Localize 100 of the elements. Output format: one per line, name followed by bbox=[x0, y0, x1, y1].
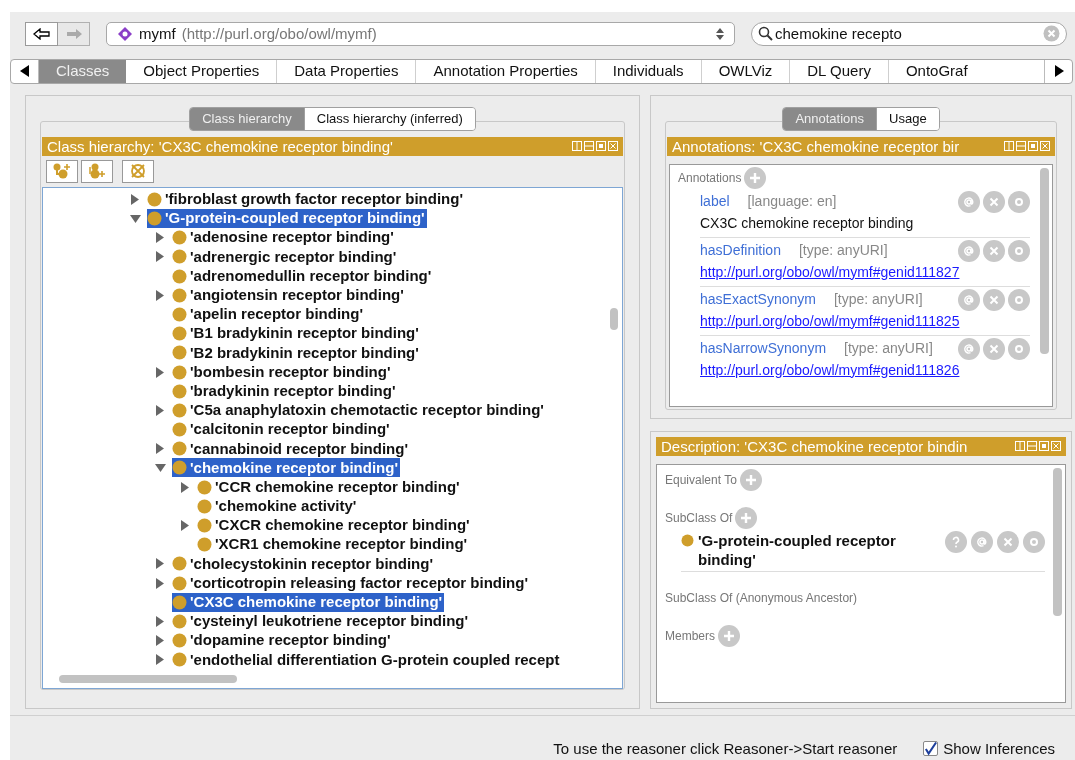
tree-item[interactable]: 'adenosine receptor binding' bbox=[172, 228, 396, 248]
class-icon bbox=[172, 652, 187, 668]
view-controls-icon[interactable] bbox=[1015, 441, 1061, 452]
add-icon[interactable] bbox=[735, 506, 758, 529]
edit-icon[interactable] bbox=[1023, 530, 1045, 553]
vertical-scrollbar-thumb[interactable] bbox=[1040, 167, 1049, 354]
delete-icon[interactable] bbox=[983, 288, 1005, 311]
clear-search-icon[interactable] bbox=[1043, 25, 1060, 43]
property-name[interactable]: hasDefinition bbox=[700, 240, 781, 262]
property-name[interactable]: label bbox=[700, 191, 730, 213]
search-field[interactable]: chemokine recepto bbox=[751, 21, 1067, 46]
delete-icon[interactable] bbox=[983, 239, 1005, 262]
tree-item[interactable]: 'fibroblast growth factor receptor binding' bbox=[147, 189, 465, 209]
show-inferences-checkbox[interactable] bbox=[923, 741, 939, 757]
edit-icon[interactable] bbox=[1008, 239, 1030, 262]
view-tab[interactable]: Class hierarchy (inferred) bbox=[303, 107, 475, 130]
tree-item[interactable]: 'XCR1 chemokine receptor binding' bbox=[197, 535, 470, 555]
horizontal-scrollbar-thumb[interactable] bbox=[59, 674, 237, 683]
edit-icon[interactable] bbox=[1008, 288, 1030, 311]
expand-arrow-icon[interactable] bbox=[156, 577, 164, 589]
collapse-arrow-icon[interactable] bbox=[129, 214, 141, 223]
delete-icon[interactable] bbox=[983, 337, 1005, 360]
view-controls-icon[interactable] bbox=[572, 141, 618, 152]
add-icon[interactable] bbox=[718, 624, 740, 647]
tree-item[interactable]: 'bombesin receptor binding' bbox=[172, 362, 393, 382]
add-subclass-button[interactable] bbox=[46, 159, 78, 183]
main-tab[interactable]: DL Query bbox=[789, 59, 888, 83]
delete-class-icon bbox=[129, 163, 147, 180]
add-icon[interactable] bbox=[739, 468, 762, 491]
value-link[interactable]: http://purl.org/obo/owl/mymf#genid111826 bbox=[700, 359, 1030, 381]
annotate-icon[interactable] bbox=[958, 239, 980, 262]
tree-item[interactable]: 'CCR chemokine receptor binding' bbox=[197, 477, 462, 497]
tree-item[interactable]: 'B2 bradykinin receptor binding' bbox=[172, 343, 421, 363]
explain-icon[interactable] bbox=[945, 530, 967, 553]
class-icon bbox=[172, 594, 187, 610]
expand-arrow-icon[interactable] bbox=[156, 232, 164, 244]
delete-icon[interactable] bbox=[997, 530, 1019, 553]
right-triangle-icon bbox=[1053, 65, 1064, 78]
edit-icon[interactable] bbox=[1008, 190, 1030, 213]
property-name[interactable]: hasExactSynonym bbox=[700, 289, 816, 311]
tree-item[interactable]: 'endothelial differentiation G-protein coupled recept bbox=[172, 650, 562, 670]
expand-arrow-icon[interactable] bbox=[181, 520, 189, 532]
ontology-selector[interactable]: mymf (http://purl.org/obo/owl/mymf) bbox=[106, 21, 735, 46]
main-tab[interactable]: Object Properties bbox=[126, 59, 277, 83]
tree-item[interactable]: 'corticotropin releasing factor receptor binding' bbox=[172, 573, 530, 593]
expand-arrow-icon[interactable] bbox=[156, 251, 164, 263]
annotate-icon[interactable] bbox=[971, 530, 993, 553]
delete-class-button[interactable] bbox=[122, 159, 154, 183]
back-button[interactable] bbox=[25, 21, 58, 46]
tree-item[interactable]: 'dopamine receptor binding' bbox=[172, 631, 393, 651]
expand-arrow-icon[interactable] bbox=[156, 558, 164, 570]
tree-item[interactable]: 'adrenergic receptor binding' bbox=[172, 247, 399, 267]
expand-arrow-icon[interactable] bbox=[181, 481, 189, 493]
main-tab[interactable]: OWLViz bbox=[700, 59, 790, 83]
tree-item[interactable]: 'G-protein-coupled receptor binding' bbox=[147, 209, 427, 229]
tree-item[interactable]: 'CX3C chemokine receptor binding' bbox=[172, 592, 445, 612]
main-tab[interactable]: OntoGraf bbox=[887, 59, 985, 83]
tree-item[interactable]: 'adrenomedullin receptor binding' bbox=[172, 266, 434, 286]
tree-item[interactable]: 'cannabinoid receptor binding' bbox=[172, 439, 410, 459]
tree-item[interactable]: 'bradykinin receptor binding' bbox=[172, 381, 398, 401]
annotate-icon[interactable] bbox=[958, 288, 980, 311]
tree-item[interactable]: 'B1 bradykinin receptor binding' bbox=[172, 324, 421, 344]
value-link[interactable]: http://purl.org/obo/owl/mymf#genid111825 bbox=[700, 310, 1030, 332]
edit-icon[interactable] bbox=[1008, 337, 1030, 360]
class-icon bbox=[172, 268, 187, 284]
tree-item[interactable]: 'CXCR chemokine receptor binding' bbox=[197, 516, 472, 536]
expand-arrow-icon[interactable] bbox=[156, 635, 164, 647]
superclass-name[interactable]: 'G-protein-coupled receptor binding' bbox=[698, 530, 938, 569]
expand-arrow-icon[interactable] bbox=[156, 404, 164, 416]
value-link[interactable]: http://purl.org/obo/owl/mymf#genid111827 bbox=[700, 261, 1030, 283]
expand-arrow-icon[interactable] bbox=[156, 616, 164, 627]
class-icon bbox=[147, 211, 162, 227]
view-controls-icon[interactable] bbox=[1004, 141, 1050, 152]
collapse-arrow-icon[interactable] bbox=[154, 464, 166, 472]
main-tab[interactable]: Data Properties bbox=[276, 59, 416, 83]
vertical-scrollbar-thumb[interactable] bbox=[1053, 467, 1062, 616]
expand-arrow-icon[interactable] bbox=[131, 193, 139, 205]
main-tab[interactable]: Individuals bbox=[594, 59, 701, 83]
tree-item[interactable]: 'chemokine receptor binding' bbox=[172, 458, 400, 478]
tree-item[interactable]: 'apelin receptor binding' bbox=[172, 305, 365, 324]
tree-item[interactable]: 'C5a anaphylatoxin chemotactic receptor binding' bbox=[172, 400, 546, 420]
main-tab[interactable]: Annotation Properties bbox=[415, 59, 595, 83]
section-heading: Members bbox=[665, 627, 715, 645]
annotate-icon[interactable] bbox=[958, 190, 980, 213]
add-icon[interactable] bbox=[744, 166, 767, 189]
add-sibling-button[interactable] bbox=[81, 159, 113, 183]
expand-arrow-icon[interactable] bbox=[156, 289, 164, 301]
property-name[interactable]: hasNarrowSynonym bbox=[700, 338, 827, 360]
tree-item[interactable]: 'cholecystokinin receptor binding' bbox=[172, 554, 435, 574]
tree-item[interactable]: 'chemokine activity' bbox=[197, 496, 359, 516]
annotate-icon[interactable] bbox=[958, 337, 980, 360]
tree-item[interactable]: 'angiotensin receptor binding' bbox=[172, 285, 406, 305]
expand-arrow-icon[interactable] bbox=[156, 654, 164, 666]
delete-icon[interactable] bbox=[983, 190, 1005, 213]
tree-item[interactable]: 'calcitonin receptor binding' bbox=[172, 420, 392, 440]
view-tab[interactable]: Usage bbox=[876, 107, 939, 130]
expand-arrow-icon[interactable] bbox=[156, 443, 164, 455]
expand-arrow-icon[interactable] bbox=[156, 366, 164, 378]
vertical-scrollbar-thumb[interactable] bbox=[610, 307, 618, 330]
tree-item[interactable]: 'cysteinyl leukotriene receptor binding' bbox=[172, 612, 471, 631]
